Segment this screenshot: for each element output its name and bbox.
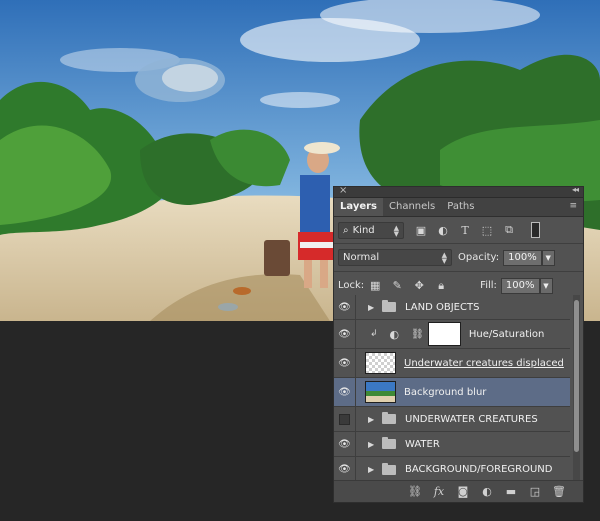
layer-name: Background blur	[404, 386, 487, 398]
lock-label: Lock:	[338, 280, 365, 291]
visibility-eye-icon[interactable]: 👁︎	[334, 457, 356, 480]
opacity-dropdown-icon[interactable]: ▼	[541, 249, 555, 266]
visibility-eye-icon[interactable]: 👁︎	[334, 349, 356, 377]
expand-triangle-icon[interactable]: ▶	[368, 440, 378, 449]
close-panel-icon[interactable]: ×	[339, 185, 347, 196]
link-layers-icon[interactable]: ⛓︎	[407, 484, 423, 500]
filter-kind-select[interactable]: ⌕ Kind ▲ ▼	[338, 221, 404, 239]
new-adjustment-icon[interactable]: ◐	[479, 484, 495, 500]
trash-icon[interactable]: 🗑︎	[551, 484, 567, 500]
visibility-off-box[interactable]	[334, 407, 356, 431]
folder-icon	[382, 462, 396, 475]
collapse-panel-icon[interactable]: ◂◂	[572, 185, 579, 194]
lock-all-icon[interactable]: 🔒︎	[432, 277, 450, 295]
layers-scrollbar[interactable]	[573, 295, 580, 480]
layer-mask-thumbnail[interactable]	[427, 322, 461, 346]
layer-row-background-blur[interactable]: 👁︎ Background blur	[334, 378, 570, 407]
adjustment-filter-icon[interactable]: ◐	[434, 221, 452, 239]
add-mask-icon[interactable]: ◙	[455, 484, 471, 500]
lock-pixels-icon[interactable]: ✎	[388, 277, 406, 295]
layer-name: Underwater creatures displaced	[404, 357, 564, 369]
search-icon: ⌕	[343, 224, 349, 236]
layer-name: UNDERWATER CREATURES	[405, 413, 538, 425]
updown-arrow-icon: ▲ ▼	[441, 251, 447, 265]
type-filter-icon[interactable]: T	[456, 221, 474, 239]
lock-transparent-icon[interactable]: ▦	[366, 277, 384, 295]
layer-name: LAND OBJECTS	[405, 301, 480, 313]
adjustment-layer-icon: ◐	[389, 327, 400, 341]
lock-position-icon[interactable]: ✥	[410, 277, 428, 295]
layer-thumbnail[interactable]	[365, 381, 396, 403]
fill-label: Fill:	[480, 280, 497, 291]
folder-icon	[382, 300, 396, 312]
layer-row-water[interactable]: 👁︎ ▶ WATER	[334, 432, 570, 457]
blend-row: Normal ▲ ▼ Opacity: 100% ▼	[334, 243, 583, 271]
panel-tabs: Layers Channels Paths ≡	[334, 198, 583, 217]
expand-triangle-icon[interactable]: ▶	[368, 465, 378, 474]
layer-name: WATER	[405, 438, 440, 450]
visibility-eye-icon[interactable]: 👁︎	[334, 295, 356, 319]
layer-thumbnail[interactable]	[365, 352, 396, 374]
expand-triangle-icon[interactable]: ▶	[368, 303, 378, 312]
tab-paths[interactable]: Paths	[441, 198, 480, 216]
visibility-eye-icon[interactable]: 👁︎	[334, 432, 356, 456]
shape-filter-icon[interactable]: ⬚	[478, 221, 496, 239]
folder-icon	[382, 412, 396, 424]
layer-row-background-foreground[interactable]: 👁︎ ▶ BACKGROUND/FOREGROUND	[334, 457, 570, 480]
expand-triangle-icon[interactable]: ▶	[368, 415, 378, 424]
filter-toggle-icon[interactable]	[526, 221, 544, 239]
mask-link-icon[interactable]: ⛓︎	[411, 329, 424, 340]
new-layer-icon[interactable]: ◲	[527, 484, 543, 500]
blend-mode-select[interactable]: Normal ▲ ▼	[338, 249, 452, 266]
layer-row-land-objects[interactable]: 👁︎ ▶ LAND OBJECTS	[334, 295, 570, 320]
tab-layers[interactable]: Layers	[334, 198, 383, 216]
panel-title-bar[interactable]: × ◂◂	[334, 185, 583, 198]
layer-row-underwater-displaced[interactable]: 👁︎ Underwater creatures displaced	[334, 349, 570, 378]
visibility-eye-icon[interactable]: 👁︎	[334, 320, 356, 348]
panel-menu-icon[interactable]: ≡	[569, 201, 577, 211]
layer-row-hue-saturation[interactable]: 👁︎ ↲ ◐ ⛓︎ Hue/Saturation	[334, 320, 570, 349]
layers-panel: × ◂◂ Layers Channels Paths ≡ ⌕ Kind ▲ ▼ ▣…	[333, 185, 584, 503]
updown-arrow-icon: ▲ ▼	[393, 223, 399, 238]
folder-icon	[382, 437, 396, 449]
fill-input[interactable]: 100%	[500, 277, 540, 294]
opacity-input[interactable]: 100%	[503, 249, 542, 266]
layer-filter-row: ⌕ Kind ▲ ▼ ▣ ◐ T ⬚ ⧉	[334, 217, 583, 243]
blend-mode-value: Normal	[343, 252, 380, 263]
opacity-label: Opacity:	[458, 252, 500, 263]
fx-icon[interactable]: fx	[431, 484, 447, 500]
scrollbar-thumb[interactable]	[574, 300, 579, 452]
visibility-eye-icon[interactable]: 👁︎	[334, 378, 356, 406]
tab-channels[interactable]: Channels	[383, 198, 441, 216]
filter-kind-label: Kind	[352, 224, 375, 236]
image-filter-icon[interactable]: ▣	[412, 221, 430, 239]
fill-dropdown-icon[interactable]: ▼	[539, 277, 553, 294]
new-group-icon[interactable]: ▬	[503, 484, 519, 500]
layer-row-underwater-creatures[interactable]: ▶ UNDERWATER CREATURES	[334, 407, 570, 432]
clipping-arrow-icon: ↲	[370, 329, 378, 339]
smart-object-filter-icon[interactable]: ⧉	[500, 221, 518, 239]
layer-name: Hue/Saturation	[468, 328, 545, 340]
layers-list: 👁︎ ▶ LAND OBJECTS 👁︎ ↲ ◐ ⛓︎ Hue/Saturati…	[334, 295, 570, 480]
panel-footer: ⛓︎ fx ◙ ◐ ▬ ◲ 🗑︎	[334, 480, 583, 502]
layer-name: BACKGROUND/FOREGROUND	[405, 464, 553, 475]
